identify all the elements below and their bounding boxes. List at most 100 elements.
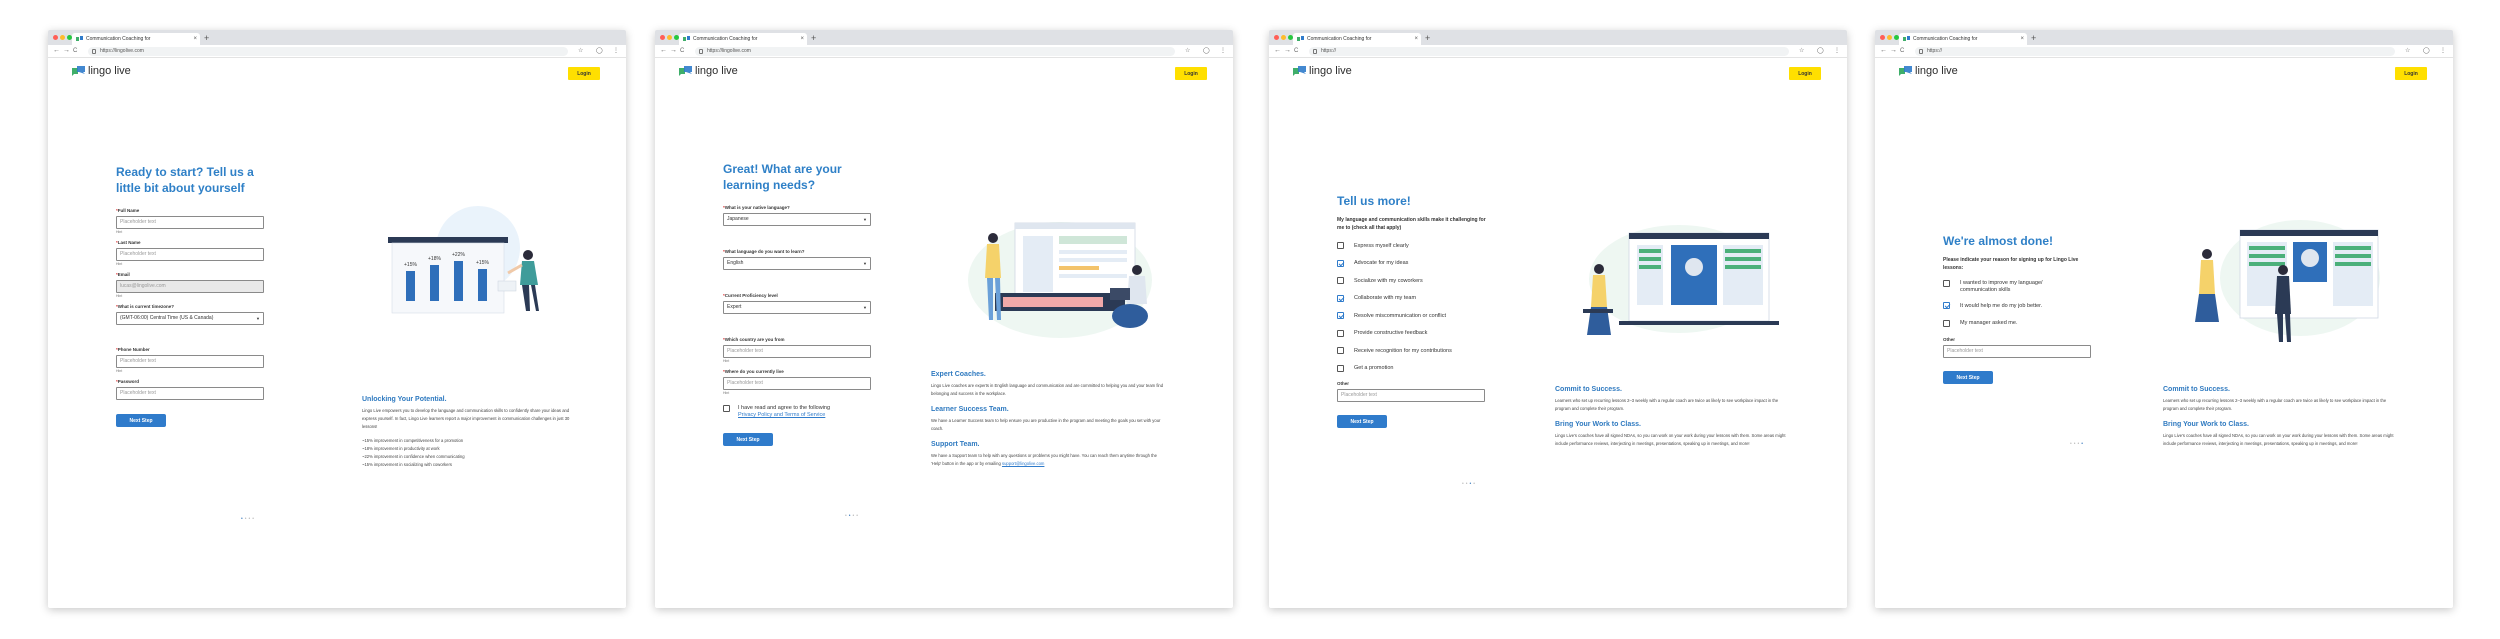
- new-tab-icon[interactable]: +: [811, 32, 816, 44]
- checkbox[interactable]: [1337, 364, 1344, 372]
- other-input[interactable]: Placeholder text: [1943, 345, 2091, 358]
- browser-menu-icon[interactable]: ⋮: [613, 46, 619, 56]
- option-advocate-ideas[interactable]: Advocate for my ideas: [1337, 255, 1497, 273]
- bookmark-star-icon[interactable]: ☆: [1185, 46, 1190, 56]
- native-language-value: Japanese: [727, 216, 749, 222]
- option-manager-asked[interactable]: My manager asked me.: [1943, 315, 2103, 333]
- other-input[interactable]: Placeholder text: [1337, 389, 1485, 402]
- profile-icon[interactable]: ◯: [1817, 46, 1824, 56]
- checkbox[interactable]: [1337, 277, 1344, 285]
- new-tab-icon[interactable]: +: [2031, 32, 2036, 44]
- profile-icon[interactable]: ◯: [596, 46, 603, 56]
- option-resolve-conflict[interactable]: Resolve miscommunication or conflict: [1337, 307, 1497, 325]
- next-step-button[interactable]: Next Step: [116, 414, 166, 427]
- close-dot[interactable]: [1880, 35, 1885, 40]
- login-button[interactable]: Login: [1175, 67, 1207, 80]
- close-dot[interactable]: [660, 35, 665, 40]
- reload-icon[interactable]: C: [73, 46, 77, 56]
- learn-language-value: English: [727, 260, 744, 266]
- info-text: We have a Support team to help with any …: [931, 452, 1167, 468]
- terms-link[interactable]: Privacy Policy and Terms of Service: [738, 412, 830, 419]
- support-email-link[interactable]: support@lingolive.com: [1002, 461, 1044, 466]
- login-button[interactable]: Login: [2395, 67, 2427, 80]
- bookmark-star-icon[interactable]: ☆: [2405, 46, 2410, 56]
- next-step-button[interactable]: Next Step: [723, 433, 773, 446]
- checkbox-checked[interactable]: [1337, 259, 1344, 267]
- country-live-input[interactable]: Placeholder text: [723, 377, 871, 390]
- browser-menu-icon[interactable]: ⋮: [1834, 46, 1840, 56]
- back-icon[interactable]: ←: [1880, 46, 1887, 56]
- browser-tab[interactable]: Communication Coaching for ×: [1899, 33, 2027, 45]
- phone-input[interactable]: Placeholder text: [116, 355, 264, 368]
- new-tab-icon[interactable]: +: [204, 32, 209, 44]
- new-tab-icon[interactable]: +: [1425, 32, 1430, 44]
- forward-icon[interactable]: →: [670, 46, 677, 56]
- proficiency-select[interactable]: Expert ▼: [723, 301, 871, 314]
- checkbox[interactable]: [1943, 319, 1950, 327]
- back-icon[interactable]: ←: [1274, 46, 1281, 56]
- commit-info-section: Commit to Success. Learners who set up r…: [1555, 386, 1793, 448]
- option-promotion[interactable]: Get a promotion: [1337, 360, 1497, 378]
- browser-tab[interactable]: Communication Coaching for ×: [72, 33, 200, 45]
- tab-close-icon[interactable]: ×: [193, 33, 197, 45]
- back-icon[interactable]: ←: [53, 46, 60, 56]
- forward-icon[interactable]: →: [1890, 46, 1897, 56]
- option-recognition[interactable]: Receive recognition for my contributions: [1337, 342, 1497, 360]
- option-express-clearly[interactable]: Express myself clearly: [1337, 237, 1497, 255]
- checkbox-checked[interactable]: [1943, 302, 1950, 310]
- next-step-button[interactable]: Next Step: [1337, 415, 1387, 428]
- native-language-select[interactable]: Japanese ▼: [723, 213, 871, 226]
- next-step-button[interactable]: Next Step: [1943, 371, 1993, 384]
- option-label: It would help me do my job better.: [1960, 302, 2043, 309]
- option-collaborate[interactable]: Collaborate with my team: [1337, 290, 1497, 308]
- lingo-live-favicon: [683, 36, 690, 41]
- forward-icon[interactable]: →: [1284, 46, 1291, 56]
- forward-icon[interactable]: →: [63, 46, 70, 56]
- tab-close-icon[interactable]: ×: [800, 33, 804, 45]
- login-button[interactable]: Login: [568, 67, 600, 80]
- minimize-dot[interactable]: [1887, 35, 1892, 40]
- full-name-input[interactable]: Placeholder text: [116, 216, 264, 229]
- tab-close-icon[interactable]: ×: [2020, 33, 2024, 45]
- checkbox-checked[interactable]: [1337, 312, 1344, 320]
- last-name-input[interactable]: Placeholder text: [116, 248, 264, 261]
- browser-tab[interactable]: Communication Coaching for ×: [1293, 33, 1421, 45]
- password-input[interactable]: Placeholder text: [116, 387, 264, 400]
- tab-close-icon[interactable]: ×: [1414, 33, 1418, 45]
- profile-icon[interactable]: ◯: [1203, 46, 1210, 56]
- option-socialize[interactable]: Socialize with my coworkers: [1337, 272, 1497, 290]
- reload-icon[interactable]: C: [1900, 46, 1904, 56]
- address-bar[interactable]: https://lingolive.com: [88, 47, 568, 56]
- option-improve-skills[interactable]: I wanted to improve my language/ communi…: [1943, 277, 2103, 297]
- login-button[interactable]: Login: [1789, 67, 1821, 80]
- minimize-dot[interactable]: [667, 35, 672, 40]
- option-feedback[interactable]: Provide constructive feedback: [1337, 325, 1497, 343]
- browser-tab[interactable]: Communication Coaching for ×: [679, 33, 807, 45]
- option-job-better[interactable]: It would help me do my job better.: [1943, 297, 2103, 315]
- email-field[interactable]: lucas@lingolive.com: [116, 280, 264, 293]
- minimize-dot[interactable]: [1281, 35, 1286, 40]
- close-dot[interactable]: [1274, 35, 1279, 40]
- profile-icon[interactable]: ◯: [2423, 46, 2430, 56]
- minimize-dot[interactable]: [60, 35, 65, 40]
- checkbox[interactable]: [1337, 242, 1344, 250]
- address-bar[interactable]: https://lingolive.com: [695, 47, 1175, 56]
- country-from-input[interactable]: Placeholder text: [723, 345, 871, 358]
- terms-checkbox[interactable]: [723, 405, 730, 412]
- learn-language-select[interactable]: English ▼: [723, 257, 871, 270]
- browser-menu-icon[interactable]: ⋮: [2440, 46, 2446, 56]
- address-bar[interactable]: https://: [1309, 47, 1789, 56]
- browser-menu-icon[interactable]: ⋮: [1220, 46, 1226, 56]
- checkbox[interactable]: [1337, 329, 1344, 337]
- checkbox-checked[interactable]: [1337, 294, 1344, 302]
- address-bar[interactable]: https://: [1915, 47, 2395, 56]
- back-icon[interactable]: ←: [660, 46, 667, 56]
- checkbox[interactable]: [1943, 280, 1950, 287]
- checkbox[interactable]: [1337, 347, 1344, 355]
- reload-icon[interactable]: C: [680, 46, 684, 56]
- bookmark-star-icon[interactable]: ☆: [578, 46, 583, 56]
- reload-icon[interactable]: C: [1294, 46, 1298, 56]
- close-dot[interactable]: [53, 35, 58, 40]
- timezone-select[interactable]: (GMT-06:00) Central Time (US & Canada) ▼: [116, 312, 264, 325]
- bookmark-star-icon[interactable]: ☆: [1799, 46, 1804, 56]
